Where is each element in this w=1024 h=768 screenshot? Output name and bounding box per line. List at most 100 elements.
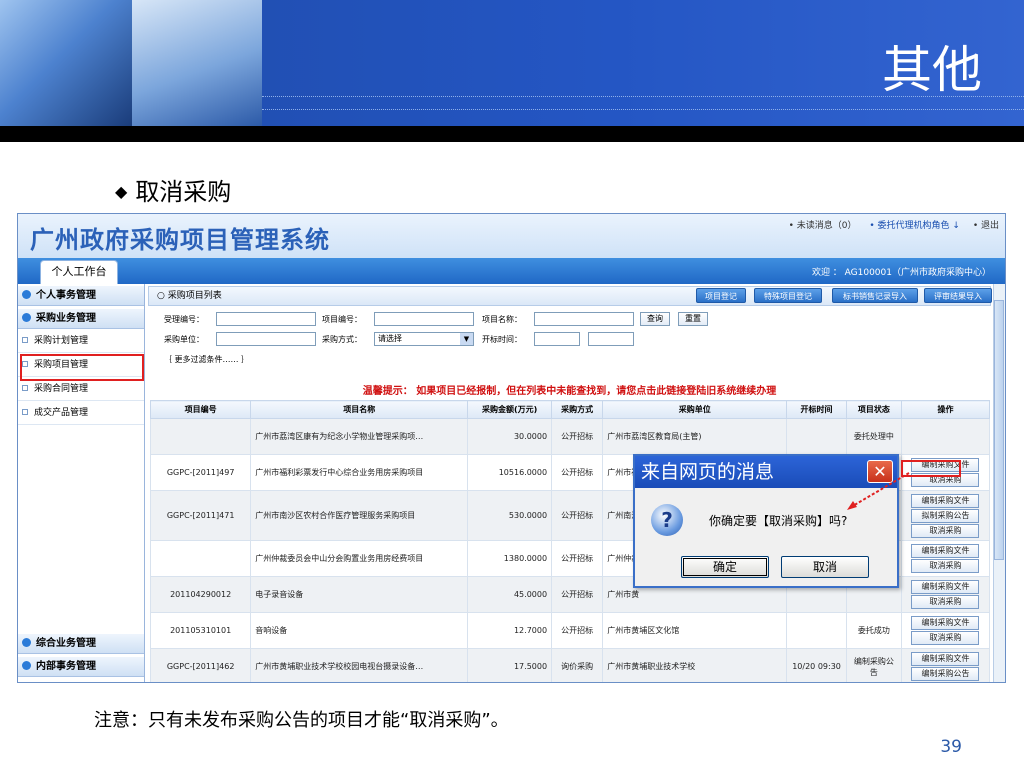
edit-doc-button[interactable]: 编制采购文件: [911, 580, 980, 594]
system-screenshot: 广州政府采购项目管理系统 • 未读消息（0） • 委托代理机构角色 ↓ • 退出…: [17, 213, 1006, 683]
logout-link[interactable]: • 退出: [973, 221, 999, 231]
cell-amount: 45.0000: [467, 576, 553, 613]
arrow-line: [850, 472, 910, 508]
sidebar-group-label: 个人事务管理: [36, 290, 96, 301]
cancel-button[interactable]: 取消: [781, 556, 869, 578]
edit-doc-button[interactable]: 编制采购文件: [911, 652, 980, 666]
sidebar-item-label: 采购合同管理: [34, 384, 89, 394]
accept-no-label: 受理编号：: [164, 315, 204, 324]
cell-actions: 编制采购文件 拟制采购公告 取消采购: [900, 490, 991, 541]
sidebar-item-plan[interactable]: 采购计划管理: [18, 330, 144, 353]
cell-actions: 编制采购文件 取消采购: [900, 576, 991, 613]
cell-status: 委托处理中: [845, 418, 902, 455]
project-no-input[interactable]: [374, 312, 474, 326]
diamond-bullet-icon: ◆: [115, 182, 128, 201]
cell-method: 公开招标: [551, 454, 604, 491]
edit-doc-button[interactable]: 编制采购文件: [911, 544, 980, 558]
sidebar-group-label: 内部事务管理: [36, 661, 96, 672]
tab-personal-workbench[interactable]: 个人工作台: [40, 260, 118, 284]
cell-open-time: [786, 612, 847, 649]
group-icon: [22, 661, 31, 670]
sidebar-item-label: 成交产品管理: [34, 408, 89, 418]
cell-amount: 530.0000: [467, 490, 553, 541]
method-label: 采购方式：: [322, 335, 362, 344]
bullet-text: 取消采购: [135, 178, 232, 206]
radio-icon: ○: [157, 291, 168, 301]
cell-method: 公开招标: [551, 576, 604, 613]
cell-unit: 广州市荔湾区教育局(主管): [602, 418, 788, 455]
table-row: 201105310101 音响设备 12.7000 公开招标 广州市黄埔区文化馆…: [149, 612, 991, 649]
cell-actions: 编制采购文件 取消采购: [900, 612, 991, 649]
cell-project-name: 广州仲裁委员会中山分会购置业务用房经费项目: [250, 540, 469, 577]
edit-doc-button[interactable]: 编制采购文件: [911, 616, 980, 630]
sidebar-item-product[interactable]: 成交产品管理: [18, 402, 144, 425]
cancel-procurement-button[interactable]: 取消采购: [911, 595, 980, 609]
sidebar-group-label: 采购业务管理: [36, 313, 96, 324]
cell-method: 询价采购: [551, 648, 604, 682]
special-register-button[interactable]: 特殊项目登记: [754, 288, 822, 303]
cell-project-name: 广州市福利彩票发行中心综合业务用房采购项目: [250, 454, 469, 491]
role-switch-link[interactable]: • 委托代理机构角色 ↓: [869, 221, 960, 231]
cell-project-no: GGPC-[2011]471: [149, 490, 252, 541]
cancel-procurement-button[interactable]: 取消采购: [911, 523, 980, 538]
method-select[interactable]: 请选择 ▼: [374, 332, 474, 346]
unit-input[interactable]: [216, 332, 316, 346]
group-icon: [22, 638, 31, 647]
footnote: 注意：只有未发布采购公告的项目才能“取消采购”。: [94, 710, 509, 731]
cancel-procurement-button[interactable]: 取消采购: [911, 559, 980, 573]
cell-method: 公开招标: [551, 540, 604, 577]
cell-project-no: [149, 540, 252, 577]
sidebar-group-personal[interactable]: 个人事务管理: [18, 286, 144, 306]
col-status: 项目状态: [845, 400, 902, 419]
more-filters-link[interactable]: ｛ 更多过滤条件…… ｝: [164, 354, 249, 365]
cell-actions: 编制采购文件 编制采购公告: [900, 648, 991, 682]
cell-amount: 10516.0000: [467, 454, 553, 491]
question-icon: ?: [651, 504, 683, 536]
sidebar-group-internal[interactable]: 内部事务管理: [18, 657, 144, 677]
cell-project-name: 广州市黄埔职业技术学校校园电视台摄录设备…: [250, 648, 469, 682]
review-result-import-button[interactable]: 评审结果导入: [924, 288, 992, 303]
query-button[interactable]: 查询: [640, 312, 670, 326]
open-time-to-input[interactable]: [588, 332, 634, 346]
unread-messages-link[interactable]: • 未读消息（0）: [789, 221, 857, 231]
header-black-bar: [0, 126, 1024, 142]
tip-link[interactable]: 温馨提示： 如果项目已经报制，但在列表中未能查找到，请您点击此链接登陆旧系统继续…: [148, 382, 991, 397]
item-icon: [22, 385, 28, 391]
open-time-from-input[interactable]: [534, 332, 580, 346]
cell-project-no: [149, 418, 252, 455]
project-no-label: 项目编号：: [322, 315, 362, 324]
slide-title: 其他: [882, 41, 982, 99]
project-name-label: 项目名称：: [482, 315, 522, 324]
ok-button[interactable]: 确定: [681, 556, 769, 578]
cell-method: 公开招标: [551, 612, 604, 649]
col-actions: 操作: [900, 400, 991, 419]
reset-button[interactable]: 重置: [678, 312, 708, 326]
item-icon: [22, 409, 28, 415]
cell-open-time: [786, 418, 847, 455]
chevron-down-icon: ▼: [460, 333, 473, 345]
bullet-heading: ◆ 取消采购: [115, 172, 231, 207]
mouse-photo: [132, 0, 262, 126]
sidebar-group-general[interactable]: 综合业务管理: [18, 634, 144, 654]
top-links: • 未读消息（0） • 委托代理机构角色 ↓ • 退出: [779, 218, 999, 231]
scrollbar-thumb[interactable]: [994, 300, 1004, 560]
cell-actions: 编制采购文件 取消采购: [900, 540, 991, 577]
draft-notice-button[interactable]: 拟制采购公告: [911, 508, 980, 523]
sidebar-item-label: 采购计划管理: [34, 336, 89, 346]
col-method: 采购方式: [551, 400, 604, 419]
laptop-photo: [0, 0, 132, 126]
cell-project-no: GGPC-[2011]497: [149, 454, 252, 491]
edit-notice-button[interactable]: 编制采购公告: [911, 667, 980, 681]
bid-sales-import-button[interactable]: 标书销售记录导入: [832, 288, 918, 303]
edit-doc-button[interactable]: 编制采购文件: [911, 493, 980, 508]
accept-no-input[interactable]: [216, 312, 316, 326]
project-register-button[interactable]: 项目登记: [696, 288, 746, 303]
sidebar-item-contract[interactable]: 采购合同管理: [18, 378, 144, 401]
project-name-input[interactable]: [534, 312, 634, 326]
col-project-no: 项目编号: [149, 400, 252, 419]
cell-unit: 广州市黄埔职业技术学校: [602, 648, 788, 682]
cell-method: 公开招标: [551, 490, 604, 541]
list-title: 采购项目列表: [167, 291, 222, 301]
sidebar-group-procurement[interactable]: 采购业务管理: [18, 309, 144, 329]
cancel-procurement-button[interactable]: 取消采购: [911, 631, 980, 645]
